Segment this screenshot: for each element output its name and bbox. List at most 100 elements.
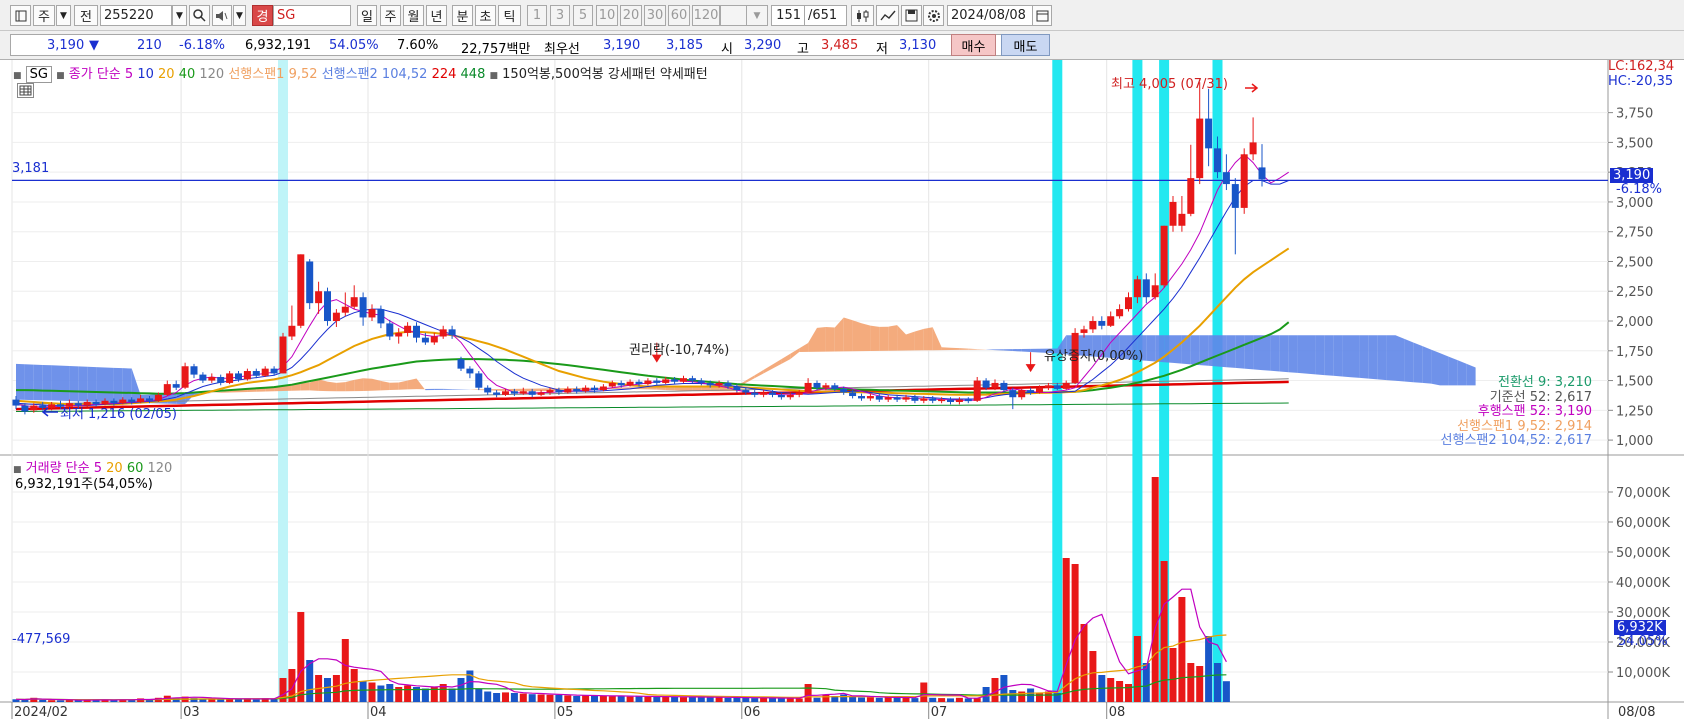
- legend-pattern[interactable]: 150억봉,500억봉 강세패턴 약세패턴: [502, 67, 708, 82]
- calendar-icon[interactable]: [1032, 5, 1052, 26]
- trade-amount: 22,757백만: [461, 42, 531, 57]
- candle-body: [226, 373, 234, 383]
- ichimoku-cloud-segment: [96, 367, 105, 402]
- legend-ma20[interactable]: 20: [158, 67, 175, 82]
- chart-area: 2024/0203040506070808/083,7503,5003,2503…: [0, 59, 1684, 719]
- table-grid-icon[interactable]: [17, 83, 34, 98]
- period-year-tab[interactable]: 년: [426, 5, 447, 26]
- legend-span2[interactable]: 선행스팬2 104,52: [322, 67, 428, 82]
- legend-span1[interactable]: 선행스팬1 9,52: [228, 67, 317, 82]
- volume-bar: [769, 698, 776, 702]
- volume-bar: [653, 696, 661, 702]
- interval-20-button[interactable]: 20: [620, 5, 642, 26]
- volume-bar: [724, 697, 732, 702]
- speaker-icon[interactable]: [212, 5, 232, 26]
- code-dropdown-icon[interactable]: ▼: [172, 5, 187, 26]
- volume-bar: [813, 697, 821, 702]
- candle-body: [306, 261, 314, 304]
- volume-bar: [1036, 693, 1043, 702]
- volume-bar: [582, 695, 590, 702]
- period-day-tab[interactable]: 일: [357, 5, 377, 26]
- count-input[interactable]: 151: [771, 5, 805, 26]
- period-second-tab[interactable]: 초: [475, 5, 496, 26]
- search-icon[interactable]: [189, 5, 210, 26]
- volume-bar: [644, 696, 652, 702]
- period-month-tab[interactable]: 월: [403, 5, 424, 26]
- speaker-dropdown-icon[interactable]: ▼: [233, 5, 246, 26]
- period-week-tab[interactable]: 주: [380, 5, 401, 26]
- period-tick-tab[interactable]: 틱: [498, 5, 521, 26]
- prev-button[interactable]: 전: [74, 5, 98, 26]
- volume-tick-label: 10,000K: [1616, 666, 1670, 681]
- ichimoku-cloud-segment: [879, 326, 889, 351]
- date-tick-label: 06: [744, 705, 761, 719]
- candle-body: [1133, 279, 1141, 298]
- line-type-icon[interactable]: [876, 5, 899, 26]
- legend-ma10[interactable]: 10: [137, 67, 154, 82]
- candle-body: [991, 382, 999, 388]
- volume-bar: [502, 692, 509, 702]
- save-icon[interactable]: [901, 5, 922, 26]
- gear-icon[interactable]: [923, 5, 944, 26]
- code-input[interactable]: 255220: [100, 5, 172, 26]
- legend-ma448[interactable]: 448: [461, 67, 486, 82]
- legend-ma5[interactable]: 종가 단순 5: [69, 67, 133, 82]
- legend-ma40[interactable]: 40: [179, 67, 196, 82]
- candle-body: [599, 386, 607, 391]
- date-input[interactable]: 2024/08/08: [947, 5, 1033, 26]
- interval-60-button[interactable]: 60: [668, 5, 690, 26]
- volume-bar: [706, 697, 714, 702]
- candle-body: [1205, 118, 1213, 149]
- legend-stock-name[interactable]: SG: [25, 66, 52, 83]
- stock-name-field[interactable]: SG: [273, 5, 351, 26]
- ichimoku-cloud-segment: [1359, 335, 1369, 379]
- candle-body: [128, 399, 136, 402]
- candle-body: [190, 366, 198, 375]
- interval-120-button[interactable]: 120: [692, 5, 720, 26]
- price-tag: 3,190: [1610, 168, 1654, 183]
- candle-body: [137, 398, 145, 402]
- volume-bar: [537, 694, 545, 702]
- volume-bar: [911, 698, 919, 702]
- ichimoku-cloud-segment: [817, 326, 826, 352]
- candle-type-icon[interactable]: [851, 5, 874, 26]
- code-value: 255220: [104, 8, 154, 23]
- layout-icon[interactable]: [10, 5, 31, 26]
- interval-5-button[interactable]: 5: [573, 5, 593, 26]
- legend-ma224[interactable]: 224: [432, 67, 457, 82]
- ichimoku-cloud-segment: [1030, 348, 1040, 353]
- interval-dropdown-icon[interactable]: ▼: [746, 5, 768, 26]
- period-minute-tab[interactable]: 분: [452, 5, 473, 26]
- interval-1-button[interactable]: 1: [527, 5, 547, 26]
- candle-body: [777, 394, 785, 398]
- volume-bar: [955, 697, 963, 702]
- period-type-select[interactable]: 주: [33, 5, 55, 26]
- sell-button[interactable]: 매도: [1001, 34, 1050, 56]
- total-count-field: /651: [805, 5, 847, 26]
- ichimoku-cloud-segment: [532, 388, 542, 392]
- interval-1-label: 1: [532, 8, 542, 23]
- chevron-down-icon[interactable]: ▼: [56, 5, 71, 26]
- interval-30-button[interactable]: 30: [644, 5, 666, 26]
- price-volume-chart[interactable]: 2024/0203040506070808/083,7503,5003,2503…: [0, 60, 1684, 719]
- volume-bar: [297, 612, 305, 702]
- ichimoku-cloud-segment: [300, 382, 310, 391]
- candle-body: [493, 392, 501, 395]
- period-week-label: 주: [384, 10, 397, 25]
- candle-body: [1196, 118, 1204, 179]
- interval-10-button[interactable]: 10: [596, 5, 618, 26]
- candle-body: [528, 391, 536, 395]
- candle-body: [413, 325, 420, 338]
- low-price: 3,130: [899, 38, 937, 53]
- candle-body: [866, 396, 874, 399]
- legend-ma120[interactable]: 120: [199, 67, 224, 82]
- ichimoku-cloud-segment: [1306, 335, 1316, 375]
- ichimoku-cloud-segment: [1208, 335, 1218, 367]
- buy-button[interactable]: 매수: [951, 34, 996, 56]
- price-tick-label: 3,000: [1616, 196, 1653, 211]
- ichimoku-cloud-segment: [1146, 335, 1156, 362]
- ichimoku-values: 전환선 9: 3,210 기준선 52: 2,617 후행스팬 52: 3,19…: [1441, 375, 1592, 449]
- candle-body: [457, 359, 465, 369]
- interval-3-button[interactable]: 3: [550, 5, 570, 26]
- ichimoku-span1: 선행스팬1 9,52: 2,914: [1457, 418, 1592, 434]
